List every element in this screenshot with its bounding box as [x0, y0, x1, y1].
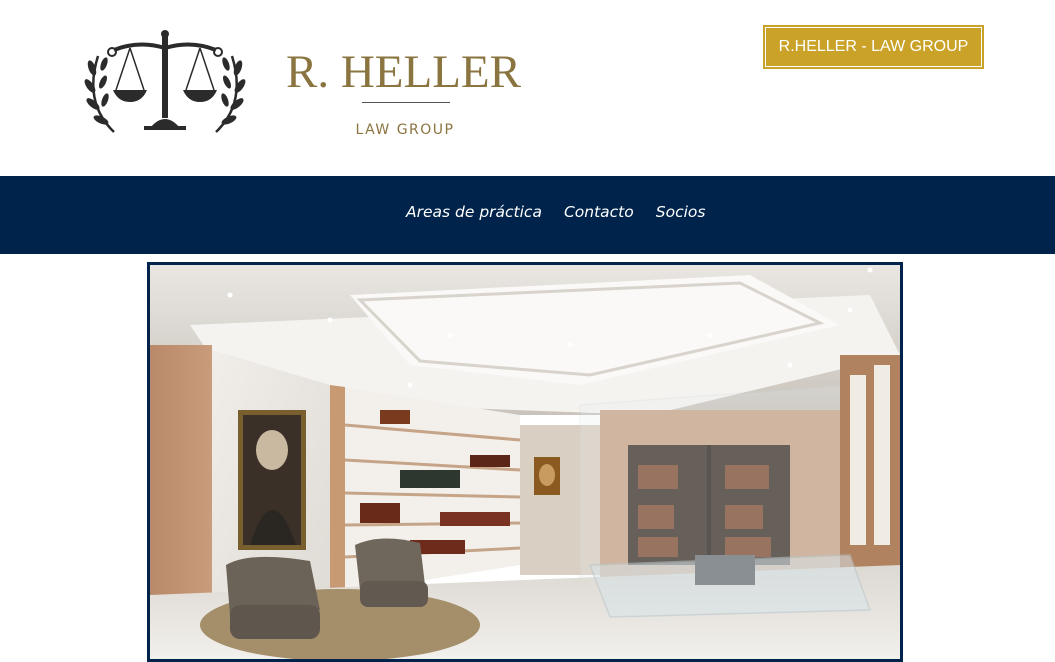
scales-of-justice-icon[interactable]: [84, 28, 246, 134]
logo-title[interactable]: R. HELLER: [286, 44, 521, 100]
firm-name-button[interactable]: R.HELLER - LAW GROUP: [763, 25, 984, 69]
nav-links: Areas de práctica Contacto Socios: [406, 203, 705, 221]
law-office-interior-image: [150, 265, 900, 659]
nav-link-partners[interactable]: Socios: [656, 203, 706, 221]
hero-image-frame: [147, 262, 903, 662]
main-navigation: Areas de práctica Contacto Socios: [0, 176, 1055, 254]
logo-subtitle[interactable]: LAW GROUP: [330, 122, 480, 138]
nav-link-contact[interactable]: Contacto: [564, 203, 634, 221]
logo-divider: [362, 102, 450, 103]
nav-link-practice-areas[interactable]: Areas de práctica: [406, 203, 542, 221]
site-header: R. HELLER LAW GROUP R.HELLER - LAW GROUP: [0, 0, 1055, 176]
